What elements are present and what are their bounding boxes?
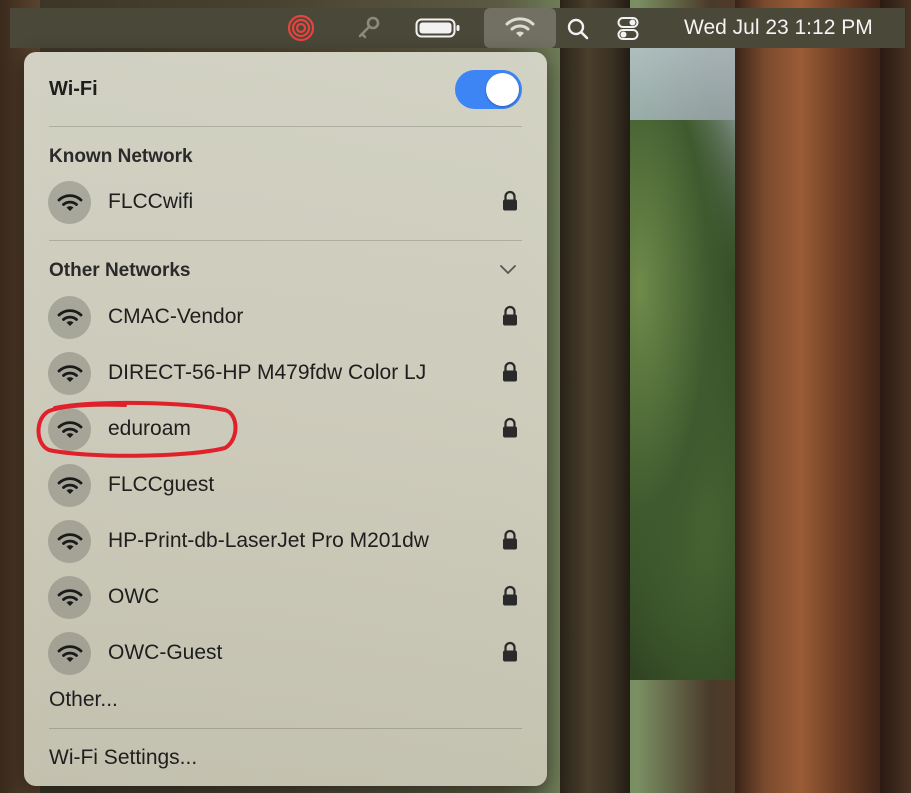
lock-icon bbox=[501, 417, 519, 439]
app-status-icon[interactable] bbox=[286, 13, 316, 43]
other-networks-header[interactable]: Other Networks bbox=[49, 260, 190, 282]
wifi-signal-icon bbox=[48, 520, 91, 563]
network-name: CMAC-Vendor bbox=[108, 305, 244, 328]
tree-trunk bbox=[880, 0, 911, 793]
wifi-signal-icon bbox=[48, 352, 91, 395]
lock-icon bbox=[501, 305, 519, 327]
divider bbox=[49, 126, 522, 127]
lock-icon bbox=[501, 641, 519, 663]
network-row-owc-guest[interactable]: OWC-Guest bbox=[46, 628, 526, 678]
network-row-cmac-vendor[interactable]: CMAC-Vendor bbox=[46, 292, 526, 342]
network-name: FLCCguest bbox=[108, 473, 215, 496]
network-name: OWC bbox=[108, 585, 160, 608]
red-circle-annotation bbox=[36, 400, 238, 458]
other-network-item[interactable]: Other... bbox=[49, 688, 118, 712]
divider bbox=[49, 728, 522, 729]
spotlight-search-icon[interactable] bbox=[565, 16, 591, 42]
menu-bar: Wed Jul 23 1:12 PM bbox=[10, 8, 905, 48]
wifi-signal-icon bbox=[48, 181, 91, 224]
network-row-owc[interactable]: OWC bbox=[46, 572, 526, 622]
network-row-hp-print-db-laserjet-pro-m201dw[interactable]: HP-Print-db-LaserJet Pro M201dw bbox=[46, 516, 526, 566]
network-name: HP-Print-db-LaserJet Pro M201dw bbox=[108, 529, 429, 552]
toggle-knob bbox=[486, 73, 519, 106]
divider bbox=[49, 240, 522, 241]
lock-icon bbox=[501, 361, 519, 383]
network-name: OWC-Guest bbox=[108, 641, 223, 664]
wifi-signal-icon bbox=[48, 464, 91, 507]
lock-icon bbox=[501, 585, 519, 607]
network-row-direct-56-hp-m479fdw-color-lj[interactable]: DIRECT-56-HP M479fdw Color LJ bbox=[46, 348, 526, 398]
battery-icon[interactable] bbox=[415, 17, 461, 39]
known-network-header: Known Network bbox=[49, 146, 193, 167]
wifi-toggle[interactable] bbox=[455, 70, 522, 109]
lock-icon bbox=[501, 190, 519, 212]
network-row-flccguest[interactable]: FLCCguest bbox=[46, 460, 526, 510]
wifi-signal-icon bbox=[48, 632, 91, 675]
lock-icon bbox=[501, 529, 519, 551]
wifi-signal-icon bbox=[48, 576, 91, 619]
wifi-signal-icon bbox=[48, 296, 91, 339]
wifi-title: Wi-Fi bbox=[49, 78, 98, 100]
wifi-settings-item[interactable]: Wi-Fi Settings... bbox=[49, 746, 197, 770]
control-center-icon[interactable] bbox=[615, 15, 641, 43]
wifi-icon[interactable] bbox=[504, 14, 536, 42]
tree-trunk bbox=[560, 0, 630, 793]
network-name: FLCCwifi bbox=[108, 190, 194, 213]
menubar-clock[interactable]: Wed Jul 23 1:12 PM bbox=[684, 8, 873, 48]
key-icon[interactable] bbox=[354, 14, 384, 42]
tree-trunk bbox=[735, 0, 900, 793]
network-row-flccwifi[interactable]: FLCCwifi bbox=[46, 177, 526, 227]
chevron-down-icon[interactable] bbox=[498, 261, 518, 277]
network-name: DIRECT-56-HP M479fdw Color LJ bbox=[108, 361, 427, 384]
